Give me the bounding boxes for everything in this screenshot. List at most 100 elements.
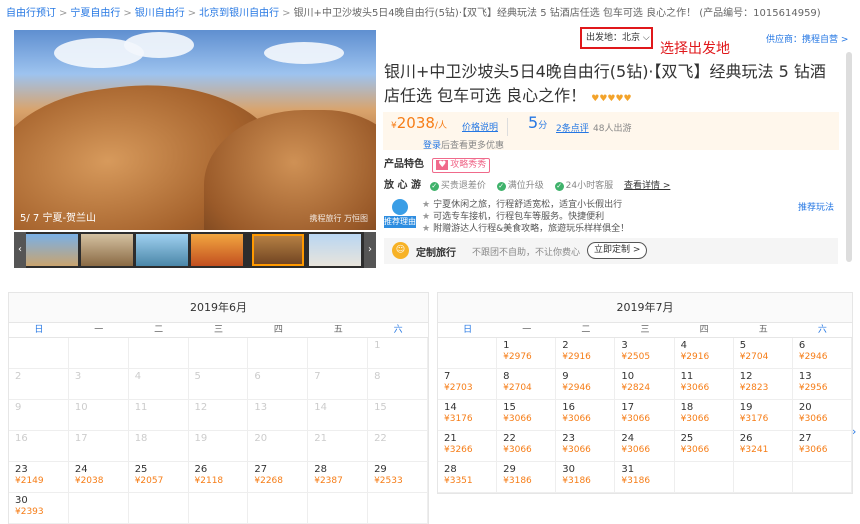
calendar-day-available[interactable]: 24 ¥2038 — [68, 462, 129, 493]
feature-tag[interactable]: ♥ 攻略秀秀 — [432, 158, 491, 173]
calendar-day-available[interactable]: 24 ¥3066 — [615, 431, 675, 462]
calendar-day — [733, 462, 793, 493]
main-photo[interactable]: 5/ 7 宁夏-贺兰山 携程旅行 万恒图 — [14, 30, 376, 230]
calendar-day-available[interactable]: 9 ¥2946 — [556, 369, 616, 400]
thumbnail[interactable] — [81, 234, 133, 266]
calendar-day-available[interactable]: 29 ¥3186 — [497, 462, 557, 493]
rating-hearts-icon: ♥♥♥♥♥ — [591, 94, 632, 104]
departure-selector[interactable]: 出发地：北京 ⌵ — [580, 27, 653, 49]
calendar-day-available[interactable]: 18 ¥3066 — [674, 400, 734, 431]
calendar-day-available[interactable]: 29 ¥2533 — [368, 462, 428, 493]
calendar-day-available[interactable]: 25 ¥2057 — [128, 462, 189, 493]
calendar-day-available[interactable]: 14 ¥3176 — [438, 400, 498, 431]
day-number: 28 — [314, 464, 327, 475]
list-item-text: 可选专车接机，行程包车等服务。快捷便利 — [433, 212, 605, 222]
day-number: 25 — [134, 464, 148, 475]
supplier-link[interactable]: 供应商：携程自营 > — [766, 32, 848, 45]
thumb-next-arrow[interactable]: › — [364, 232, 376, 268]
calendar-day — [128, 493, 189, 524]
assurance-details-link[interactable]: 查看详情 > — [624, 181, 670, 191]
breadcrumb-current: 银川+中卫沙坡头5日4晚自由行(5钻)·【双飞】经典玩法 5 钻酒店任选 包车可… — [293, 8, 821, 19]
calendar-day: 14 — [308, 400, 369, 431]
breadcrumb-link[interactable]: 银川自由行 — [135, 8, 185, 19]
day-number: 24 — [74, 464, 88, 475]
calendar-day-available[interactable]: 8 ¥2704 — [497, 369, 557, 400]
divider — [507, 118, 508, 136]
breadcrumb-separator: > — [282, 8, 291, 19]
price-panel: ¥2038/人 价格说明 5分 2条点评 48人出游 登录后查看更多优惠 — [383, 112, 839, 151]
day-number: 1 — [374, 340, 381, 351]
calendar-day-available[interactable]: 20 ¥3066 — [792, 400, 852, 431]
day-price: ¥2704 — [503, 383, 532, 393]
calendar-day-available[interactable]: 27 ¥2268 — [248, 462, 309, 493]
list-item: ★ 可选专车接机，行程包车等服务。快捷便利 — [422, 211, 629, 223]
calendar-day-available[interactable]: 11 ¥3066 — [674, 369, 734, 400]
chevron-right-icon[interactable]: › — [852, 425, 860, 441]
calendar-day-available[interactable]: 28 ¥2387 — [308, 462, 369, 493]
heart-icon: ♥ — [436, 160, 449, 170]
calendar-day-available[interactable]: 5 ¥2704 — [733, 338, 793, 369]
calendar-day-available[interactable]: 15 ¥3066 — [497, 400, 557, 431]
calendar-day-available[interactable]: 30 ¥2393 — [9, 493, 69, 524]
calendar-day: 6 — [248, 369, 309, 400]
thumbnail[interactable] — [191, 234, 243, 266]
calendar-day: 1 — [368, 338, 428, 369]
calendar-day-available[interactable]: 12 ¥2823 — [733, 369, 793, 400]
day-number: 10 — [74, 402, 88, 413]
scrollbar[interactable] — [846, 52, 852, 262]
calendar-day-available[interactable]: 13 ¥2956 — [792, 369, 852, 400]
photo-gallery: 5/ 7 宁夏-贺兰山 携程旅行 万恒图 ‹ › — [14, 30, 376, 268]
calendar-day-available[interactable]: 2 ¥2916 — [556, 338, 616, 369]
calendar-day-available[interactable]: 26 ¥2118 — [188, 462, 249, 493]
calendar-day-available[interactable]: 17 ¥3066 — [615, 400, 675, 431]
reviews-link[interactable]: 2条点评 — [556, 121, 589, 134]
calendar-day-available[interactable]: 27 ¥3066 — [792, 431, 852, 462]
day-number: 13 — [798, 371, 812, 382]
breadcrumb-link[interactable]: 自由行预订 — [6, 8, 56, 19]
calendar-day-available[interactable]: 3 ¥2505 — [615, 338, 675, 369]
assurance-item: ✓ 24小时客服 — [554, 181, 613, 191]
login-link[interactable]: 登录 — [423, 141, 441, 151]
calendar-day-available[interactable]: 1 ¥2976 — [497, 338, 557, 369]
calendar-day-available[interactable]: 30 ¥3186 — [556, 462, 616, 493]
feature-row: 产品特色 ♥ 攻略秀秀 — [384, 157, 491, 173]
day-number: 5 — [194, 371, 201, 382]
breadcrumb-link[interactable]: 宁夏自由行 — [70, 8, 120, 19]
day-price: ¥2533 — [374, 476, 403, 486]
calendar-day-available[interactable]: 26 ¥3241 — [733, 431, 793, 462]
calendar-day-available[interactable]: 21 ¥3266 — [438, 431, 498, 462]
calendar-day-available[interactable]: 31 ¥3186 — [615, 462, 675, 493]
calendar-day: 17 — [68, 431, 129, 462]
calendar-day-available[interactable]: 19 ¥3176 — [733, 400, 793, 431]
calendar-day-available[interactable]: 25 ¥3066 — [674, 431, 734, 462]
calendar-day-available[interactable]: 23 ¥3066 — [556, 431, 616, 462]
calendar-day-available[interactable]: 23 ¥2149 — [9, 462, 69, 493]
assurance-label: 放 心 游 — [384, 180, 421, 191]
price-explain-link[interactable]: 价格说明 — [462, 120, 498, 133]
calendar-day: 10 — [68, 400, 129, 431]
day-number: 31 — [621, 464, 635, 475]
calendar-day-available[interactable]: 6 ¥2946 — [792, 338, 852, 369]
calendar-day-available[interactable]: 28 ¥3351 — [438, 462, 498, 493]
calendar-day: 13 — [248, 400, 309, 431]
calendar-day-available[interactable]: 10 ¥2824 — [615, 369, 675, 400]
thumbnail[interactable] — [309, 234, 361, 266]
thumb-prev-arrow[interactable]: ‹ — [14, 232, 26, 268]
calendar-day: 11 — [128, 400, 189, 431]
recommend-more-link[interactable]: 推荐玩法 — [798, 200, 834, 213]
calendar-day: 12 — [188, 400, 249, 431]
feature-tag-text: 攻略秀秀 — [450, 160, 487, 170]
calendar-day: 5 — [188, 369, 249, 400]
thumbnail-active[interactable] — [252, 234, 304, 266]
thumbnail[interactable] — [26, 234, 78, 266]
breadcrumb-link[interactable]: 北京到银川自由行 — [199, 8, 279, 19]
custom-now-button[interactable]: 立即定制 > — [587, 242, 648, 259]
recommend-panel: 推荐理由 ★ 宁夏休闲之旅，行程舒适宽松，适宜小长假出行 ★ 可选专车接机，行程包车… — [384, 199, 838, 233]
calendar-day-available[interactable]: 16 ¥3066 — [556, 400, 616, 431]
day-number: 24 — [621, 433, 635, 444]
calendar-day-available[interactable]: 22 ¥3066 — [497, 431, 557, 462]
calendar-day-available[interactable]: 4 ¥2916 — [674, 338, 734, 369]
thumbnail[interactable] — [136, 234, 188, 266]
day-price: ¥3066 — [798, 445, 828, 455]
calendar-day-available[interactable]: 7 ¥2703 — [438, 369, 498, 400]
